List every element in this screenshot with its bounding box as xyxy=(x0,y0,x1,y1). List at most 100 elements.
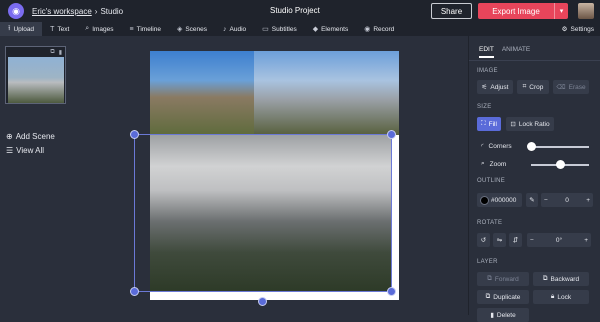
tool-elements[interactable]: ◆ Elements xyxy=(305,22,357,36)
breadcrumb-section: Studio xyxy=(100,6,124,16)
flip-vertical-button[interactable]: ⇵ xyxy=(509,233,522,247)
rotate-minus-icon[interactable]: − xyxy=(530,237,534,244)
minus-icon[interactable]: − xyxy=(544,197,548,204)
lock-icon: 🔒︎ xyxy=(550,293,555,300)
trash-icon[interactable]: ▮ xyxy=(59,49,62,56)
tool-timeline[interactable]: ≡ Timeline xyxy=(122,22,169,36)
tool-text-label: Text xyxy=(57,25,70,33)
resize-handle-bottom-right[interactable] xyxy=(387,287,396,296)
plus-circle-icon: ⊕ xyxy=(6,132,13,141)
tool-upload[interactable]: ⭱ Upload xyxy=(0,22,43,36)
resize-handle-top-left[interactable] xyxy=(130,130,139,139)
zoom-slider-knob[interactable] xyxy=(556,160,565,169)
avatar[interactable] xyxy=(578,3,594,19)
rotate-stepper[interactable]: − 0° + xyxy=(527,233,591,247)
scene-thumbnail[interactable]: ⧉ ▮ xyxy=(5,46,66,104)
tool-text[interactable]: T Text xyxy=(42,22,77,36)
tool-images-label: Images xyxy=(92,25,114,33)
backward-label: Backward xyxy=(550,275,580,283)
corners-row: ◜ Corners xyxy=(481,142,512,151)
lock-button[interactable]: 🔒︎ Lock xyxy=(533,290,589,304)
fill-label: Fill xyxy=(488,120,497,128)
crop-button[interactable]: ⌗ Crop xyxy=(517,80,549,94)
rotate-value: 0° xyxy=(555,236,563,244)
scene-thumbnail-image xyxy=(8,57,64,103)
half-dome-image[interactable] xyxy=(254,51,399,135)
resize-handle-bottom-left[interactable] xyxy=(130,287,139,296)
rotate-plus-icon[interactable]: + xyxy=(584,237,588,244)
share-button[interactable]: Share xyxy=(431,3,472,19)
canvas-area xyxy=(71,36,468,315)
valley-image[interactable] xyxy=(150,135,391,292)
tab-edit[interactable]: EDIT xyxy=(479,46,494,58)
tool-subtitles[interactable]: ▭ Subtitles xyxy=(254,22,305,36)
adjust-button[interactable]: ⚟ Adjust xyxy=(477,80,513,94)
tool-record[interactable]: ◉ Record xyxy=(356,22,402,36)
project-title[interactable]: Studio Project xyxy=(270,6,320,15)
canvas[interactable] xyxy=(150,51,399,300)
erase-button[interactable]: ⌫ Erase xyxy=(553,80,589,94)
search-icon: ⌕ xyxy=(85,25,90,32)
duplicate-icon[interactable]: ⧉ xyxy=(50,49,54,56)
forward-label: Forward xyxy=(494,275,519,283)
upload-icon: ⭱ xyxy=(8,24,11,32)
rotate-handle[interactable] xyxy=(258,297,267,306)
settings-button[interactable]: ⚙ Settings xyxy=(562,22,594,36)
outline-section-heading: OUTLINE xyxy=(477,178,506,184)
trash-layer-icon: ▮ xyxy=(490,312,494,319)
rotate-left-button[interactable]: ↺ xyxy=(477,233,490,247)
delete-button[interactable]: ▮ Delete xyxy=(477,308,529,322)
tool-audio-label: Audio xyxy=(229,25,247,33)
plus-icon[interactable]: + xyxy=(586,197,590,204)
tool-scenes-label: Scenes xyxy=(185,25,208,33)
layers-icon: ◈ xyxy=(176,26,183,33)
adjust-label: Adjust xyxy=(490,83,509,91)
outline-color-value: #000000 xyxy=(491,196,517,204)
scenes-panel: ⧉ ▮ ⊕ Add Scene ☰ View All xyxy=(0,36,71,315)
view-all-label: View All xyxy=(16,146,45,155)
flip-horizontal-button[interactable]: ⇋ xyxy=(493,233,506,247)
tool-scenes[interactable]: ◈ Scenes xyxy=(169,22,215,36)
layer-section-heading: LAYER xyxy=(477,259,498,265)
corners-slider-knob[interactable] xyxy=(527,142,536,151)
outline-width-stepper[interactable]: − 0 + xyxy=(541,193,593,207)
fill-button[interactable]: ⛶ Fill xyxy=(477,117,501,131)
corners-slider-track[interactable] xyxy=(531,146,589,148)
export-image-button[interactable]: Export Image ▾ xyxy=(478,3,568,19)
workspace-link[interactable]: Eric's workspace xyxy=(32,7,92,16)
export-chevron-icon[interactable]: ▾ xyxy=(554,3,568,19)
view-all-button[interactable]: ☰ View All xyxy=(6,146,44,155)
crop-label: Crop xyxy=(529,83,544,91)
tool-elements-label: Elements xyxy=(321,25,349,33)
forward-button[interactable]: ⧉ Forward xyxy=(477,272,529,286)
music-icon: ♪ xyxy=(223,25,227,33)
eyedropper-icon: ✎ xyxy=(529,197,535,204)
image-section-heading: IMAGE xyxy=(477,68,498,74)
selection-border-right xyxy=(391,134,392,291)
tool-audio[interactable]: ♪ Audio xyxy=(215,22,254,36)
outline-color-picker[interactable]: #000000 xyxy=(477,193,522,207)
duplicate-label: Duplicate xyxy=(493,293,521,301)
duplicate-button[interactable]: ⧉ Duplicate xyxy=(477,290,529,304)
expand-icon: ⛶ xyxy=(481,120,486,127)
gear-icon: ⚙ xyxy=(561,26,568,33)
text-icon: T xyxy=(50,25,55,33)
waterfall-image[interactable] xyxy=(150,51,254,135)
resize-handle-top-right[interactable] xyxy=(387,130,396,139)
export-image-label: Export Image xyxy=(492,6,540,16)
sliders-icon: ⚟ xyxy=(481,84,488,91)
size-section-heading: SIZE xyxy=(477,104,492,110)
backward-button[interactable]: ⧉ Backward xyxy=(533,272,589,286)
eyedropper-button[interactable]: ✎ xyxy=(526,193,538,207)
tool-images[interactable]: ⌕ Images xyxy=(77,22,121,36)
zoom-icon: ⌕ xyxy=(481,160,485,167)
erase-label: Erase xyxy=(568,83,586,91)
tool-timeline-label: Timeline xyxy=(136,25,161,33)
tab-animate[interactable]: ANIMATE xyxy=(502,46,530,58)
lock-ratio-button[interactable]: ⊡ Lock Ratio xyxy=(506,117,554,131)
zoom-label: Zoom xyxy=(489,160,507,168)
app-logo[interactable]: ◉ xyxy=(8,3,24,19)
selection-border-left xyxy=(134,134,135,291)
selection-border-top xyxy=(134,134,391,135)
add-scene-button[interactable]: ⊕ Add Scene xyxy=(6,132,55,141)
